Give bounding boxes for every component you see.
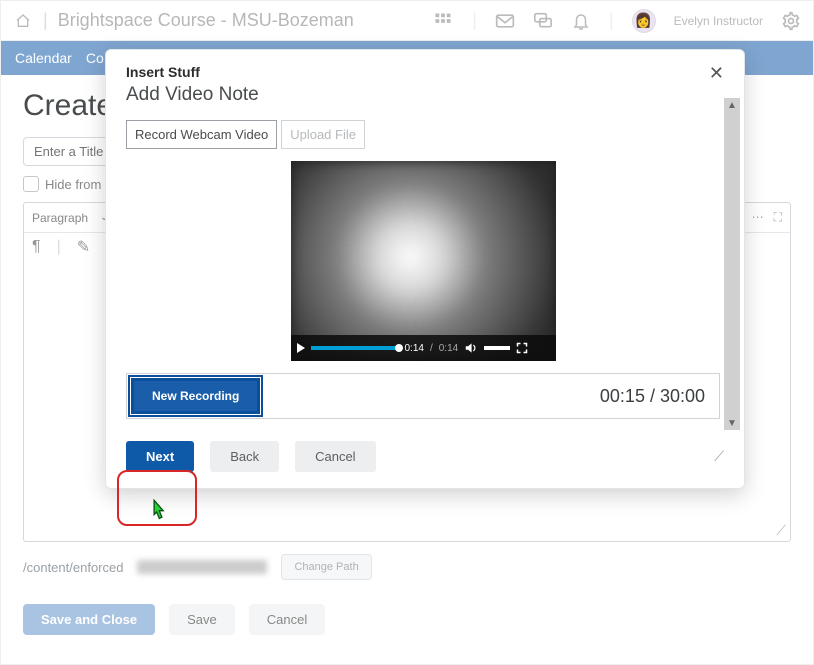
gear-icon[interactable] xyxy=(781,11,801,31)
next-button[interactable]: Next xyxy=(126,441,194,472)
paragraph-selector[interactable]: Paragraph xyxy=(32,211,88,225)
brand-title: Brightspace Course - MSU-Bozeman xyxy=(58,10,354,31)
video-progress[interactable] xyxy=(311,346,399,350)
volume-slider[interactable] xyxy=(484,346,510,350)
content-path-blurred xyxy=(137,560,267,574)
bell-icon[interactable] xyxy=(571,11,591,31)
content-path-prefix: /content/enforced xyxy=(23,560,123,575)
modal-title: Add Video Note xyxy=(126,84,709,106)
save-and-close-button[interactable]: Save and Close xyxy=(23,604,155,635)
scroll-up-icon[interactable]: ▲ xyxy=(724,98,740,112)
hide-label: Hide from U xyxy=(45,177,114,192)
insert-stuff-modal: Insert Stuff Add Video Note ✕ ▲ ▼ Record… xyxy=(105,49,745,489)
fullscreen-icon[interactable]: ⛶ xyxy=(774,210,782,225)
change-path-button[interactable]: Change Path xyxy=(281,554,371,580)
recording-time: 00:15 / 30:00 xyxy=(586,386,719,407)
play-icon[interactable] xyxy=(297,343,305,353)
new-recording-button[interactable]: New Recording xyxy=(131,378,260,414)
tab-upload-file[interactable]: Upload File xyxy=(281,120,365,149)
modal-scrollbar[interactable]: ▲ ▼ xyxy=(724,98,740,430)
format-icon[interactable]: ¶ xyxy=(32,238,41,256)
avatar[interactable]: 👩 xyxy=(632,9,656,33)
scroll-down-icon[interactable]: ▼ xyxy=(724,416,740,430)
nav-calendar[interactable]: Calendar xyxy=(15,50,72,66)
video-controls: 0:14 / 0:14 xyxy=(291,335,556,361)
save-button[interactable]: Save xyxy=(169,604,235,635)
cursor-icon xyxy=(147,499,169,525)
resize-handle-icon[interactable]: ⟋ xyxy=(776,522,786,539)
hide-checkbox[interactable] xyxy=(23,176,39,192)
video-position: 0:14 xyxy=(405,343,424,354)
back-button[interactable]: Back xyxy=(210,441,279,472)
apps-grid-icon[interactable] xyxy=(432,10,454,32)
video-duration: 0:14 xyxy=(439,343,458,354)
tab-record-webcam[interactable]: Record Webcam Video xyxy=(126,120,277,149)
home-icon[interactable] xyxy=(13,11,33,31)
fullscreen-video-icon[interactable] xyxy=(516,342,528,354)
mail-icon[interactable] xyxy=(495,11,515,31)
nav-item[interactable]: Co xyxy=(86,50,104,66)
user-name: Evelyn Instructor xyxy=(674,14,763,28)
modal-title-small: Insert Stuff xyxy=(126,64,709,80)
video-preview: 0:14 / 0:14 xyxy=(291,161,556,361)
cancel-button[interactable]: Cancel xyxy=(249,604,325,635)
modal-resize-icon[interactable]: ⟋ xyxy=(714,448,724,465)
more-icon[interactable]: ⋯ xyxy=(752,210,764,225)
modal-cancel-button[interactable]: Cancel xyxy=(295,441,375,472)
close-icon[interactable]: ✕ xyxy=(709,64,724,82)
volume-icon[interactable] xyxy=(464,342,478,354)
chat-icon[interactable] xyxy=(533,11,553,31)
clear-format-icon[interactable]: ✎ xyxy=(77,237,90,257)
